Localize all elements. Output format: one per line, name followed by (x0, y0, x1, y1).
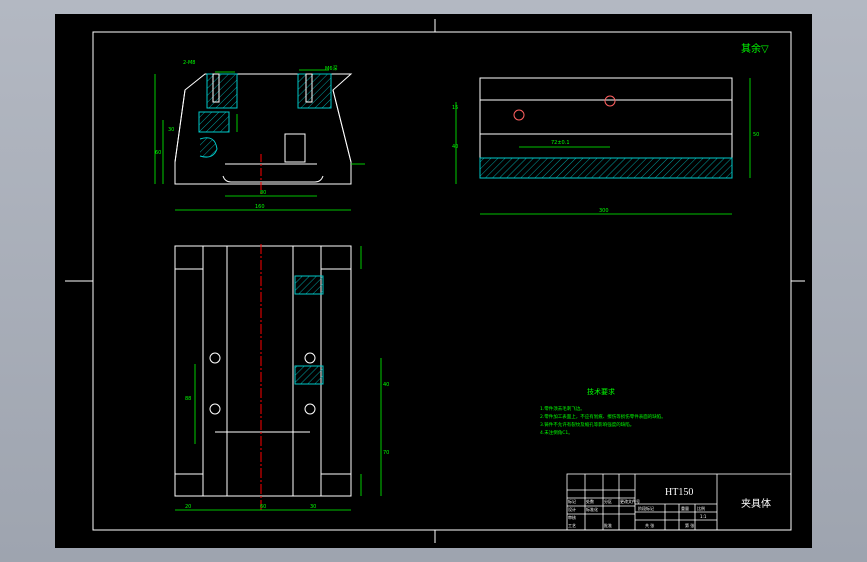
tb-stage: 阶段标记 (638, 505, 654, 511)
tb-zone: 分区 (604, 498, 612, 504)
tb-review: 审核 (568, 514, 576, 520)
dim-30: 30 (168, 127, 174, 133)
dim-15: 15 (452, 105, 458, 111)
front-view (174, 73, 353, 185)
tb-scale: 比例 (697, 505, 705, 511)
drawing-border (92, 31, 792, 531)
top-view-dims (175, 246, 382, 511)
dim-b20a: 20 (185, 504, 191, 510)
tb-mark: 标记 (568, 498, 576, 504)
dim-50: 50 (753, 132, 759, 138)
tech-note-2: 2.零件加工表面上，不应有划痕、擦伤等损伤零件表面的缺陷。 (540, 413, 666, 420)
tb-process: 工艺 (568, 523, 576, 528)
drawing-svg: 其余▽ 2-M8 M6深 60 30 80 160 15 72±0.1 40 5… (65, 19, 805, 543)
tb-designer: 设计 (568, 506, 576, 512)
dim-160: 160 (255, 204, 265, 210)
cad-viewport: 其余▽ 2-M8 M6深 60 30 80 160 15 72±0.1 40 5… (0, 0, 867, 562)
tb-standard: 标准化 (586, 506, 598, 512)
dim-b88: 88 (185, 396, 191, 402)
tech-note-1: 1.零件须去毛刺飞边。 (540, 405, 585, 412)
tech-note-3: 3.铸件不允许有裂纹及缩孔等影响强度的缺陷。 (540, 421, 634, 428)
tb-change: 更改文件号 (620, 498, 640, 504)
dim-300: 300 (599, 208, 609, 214)
tech-title: 技术要求 (587, 387, 615, 396)
tb-scale-value: 1:1 (700, 514, 707, 519)
dim-m6: M6深 (325, 65, 338, 72)
tb-count: 处数 (586, 498, 594, 504)
roughness-mark: 其余▽ (741, 42, 769, 55)
tech-note-4: 4.未注倒角C1。 (540, 429, 573, 436)
top-view (174, 245, 352, 497)
part-name: 夹具体 (741, 497, 771, 510)
side-view-dims (455, 78, 751, 215)
tb-sheet-no: 第 张 (685, 522, 694, 528)
dim-b30: 30 (310, 504, 316, 510)
dim-b60: 60 (260, 504, 266, 510)
material-label: HT150 (665, 487, 693, 498)
dim-60: 60 (155, 150, 161, 156)
tech-notes: 技术要求 1.零件须去毛刺飞边。 2.零件加工表面上，不应有划痕、擦伤等损伤零件… (540, 387, 666, 436)
drawing-canvas[interactable]: 其余▽ 2-M8 M6深 60 30 80 160 15 72±0.1 40 5… (55, 14, 812, 548)
dim-2m8: 2-M8 (183, 60, 195, 66)
dim-b70: 70 (383, 450, 389, 456)
dim-72: 72±0.1 (551, 140, 570, 146)
side-view (479, 77, 733, 179)
tb-approve: 批准 (604, 522, 612, 528)
dim-b40: 40 (383, 382, 389, 388)
tb-sheets: 共 张 (645, 522, 654, 528)
tb-weight: 重量 (681, 505, 689, 511)
dim-80: 80 (260, 190, 266, 196)
dim-40: 40 (452, 144, 458, 150)
